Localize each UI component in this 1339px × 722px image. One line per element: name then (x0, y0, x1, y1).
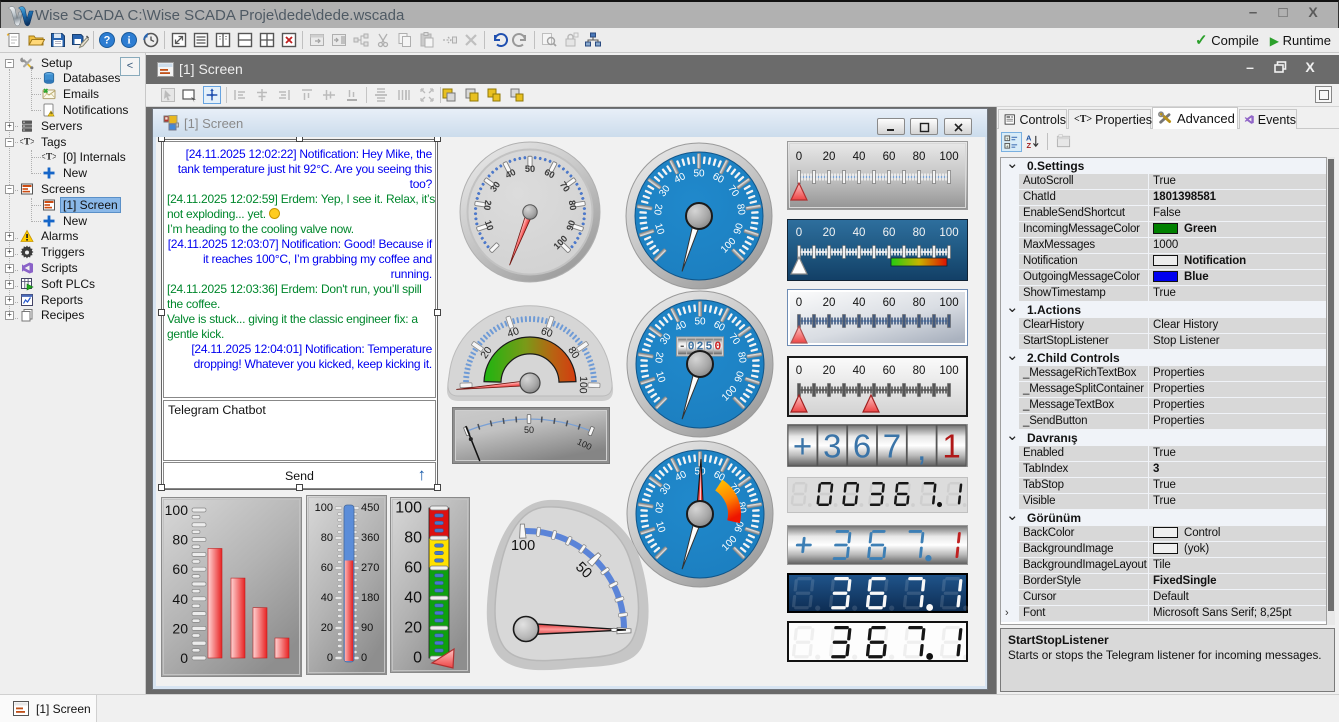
svg-text:80: 80 (734, 203, 747, 216)
svg-text:40: 40 (404, 590, 422, 607)
svg-text:0: 0 (796, 227, 802, 239)
svg-text:0: 0 (688, 341, 695, 354)
svg-text:+: + (1006, 144, 1009, 149)
svg-text:80: 80 (321, 532, 333, 544)
svg-text:20: 20 (651, 203, 664, 216)
svg-text:80: 80 (567, 199, 578, 211)
svg-text:+: + (793, 428, 812, 465)
svg-text:40: 40 (172, 591, 188, 607)
svg-text:50: 50 (524, 425, 534, 435)
svg-text:0: 0 (361, 652, 367, 664)
svg-text:60: 60 (883, 227, 896, 239)
svg-text:50: 50 (694, 317, 706, 328)
svg-text:270: 270 (361, 562, 379, 574)
svg-text:60: 60 (883, 365, 896, 377)
svg-text:60: 60 (404, 560, 422, 577)
svg-text:100: 100 (939, 227, 958, 239)
svg-text:80: 80 (735, 351, 748, 364)
svg-text:+: + (1006, 136, 1009, 141)
svg-text:20: 20 (172, 620, 188, 636)
svg-text:20: 20 (823, 227, 836, 239)
svg-text:100: 100 (165, 502, 189, 518)
svg-text:5: 5 (705, 341, 712, 354)
svg-text:180: 180 (361, 592, 379, 604)
svg-text:0: 0 (714, 341, 721, 354)
svg-text:100: 100 (939, 151, 958, 163)
svg-text:0: 0 (180, 650, 188, 666)
svg-text:60: 60 (321, 562, 333, 574)
svg-text:50: 50 (693, 169, 705, 180)
svg-text:20: 20 (652, 351, 665, 364)
svg-text:80: 80 (913, 365, 926, 377)
svg-text:100: 100 (511, 538, 535, 554)
svg-text:,: , (917, 430, 926, 467)
svg-text:20: 20 (823, 151, 836, 163)
svg-text:80: 80 (404, 530, 422, 547)
svg-text:<T>: <T> (42, 153, 56, 163)
svg-text:50: 50 (525, 164, 535, 174)
svg-text:80: 80 (913, 151, 926, 163)
svg-text:Z: Z (1026, 141, 1031, 149)
svg-text:360: 360 (361, 532, 379, 544)
svg-text:6: 6 (853, 428, 871, 465)
svg-text:80: 80 (172, 532, 188, 548)
svg-text:40: 40 (321, 592, 333, 604)
svg-text:0: 0 (796, 151, 802, 163)
svg-text:40: 40 (853, 365, 866, 377)
svg-text:7: 7 (883, 428, 901, 465)
svg-text:100: 100 (577, 376, 590, 394)
svg-text:90: 90 (361, 622, 373, 634)
svg-text:450: 450 (361, 502, 379, 514)
svg-text:60: 60 (883, 297, 896, 309)
svg-text:100: 100 (939, 297, 958, 309)
svg-text:20: 20 (321, 622, 333, 634)
svg-text:60: 60 (883, 151, 896, 163)
svg-text:20: 20 (823, 297, 836, 309)
svg-text:40: 40 (853, 151, 866, 163)
svg-text:3: 3 (823, 428, 841, 465)
svg-text:0: 0 (413, 650, 422, 667)
svg-text:?: ? (104, 35, 111, 47)
svg-text:i: i (127, 35, 130, 47)
svg-text:80: 80 (913, 297, 926, 309)
svg-text:40: 40 (853, 227, 866, 239)
svg-text:100: 100 (939, 365, 958, 377)
svg-text:100: 100 (395, 500, 422, 517)
svg-text:20: 20 (482, 199, 493, 211)
svg-text:60: 60 (172, 561, 188, 577)
svg-text:0: 0 (796, 297, 802, 309)
svg-text:20: 20 (823, 365, 836, 377)
svg-text:1: 1 (942, 428, 960, 465)
svg-text:80: 80 (913, 227, 926, 239)
svg-text:0: 0 (796, 365, 802, 377)
svg-text:-: - (679, 341, 686, 354)
svg-text:0: 0 (327, 652, 333, 664)
svg-text:20: 20 (404, 620, 422, 637)
svg-text:<T>: <T> (20, 138, 34, 148)
svg-text:40: 40 (853, 297, 866, 309)
svg-text:100: 100 (315, 502, 333, 514)
